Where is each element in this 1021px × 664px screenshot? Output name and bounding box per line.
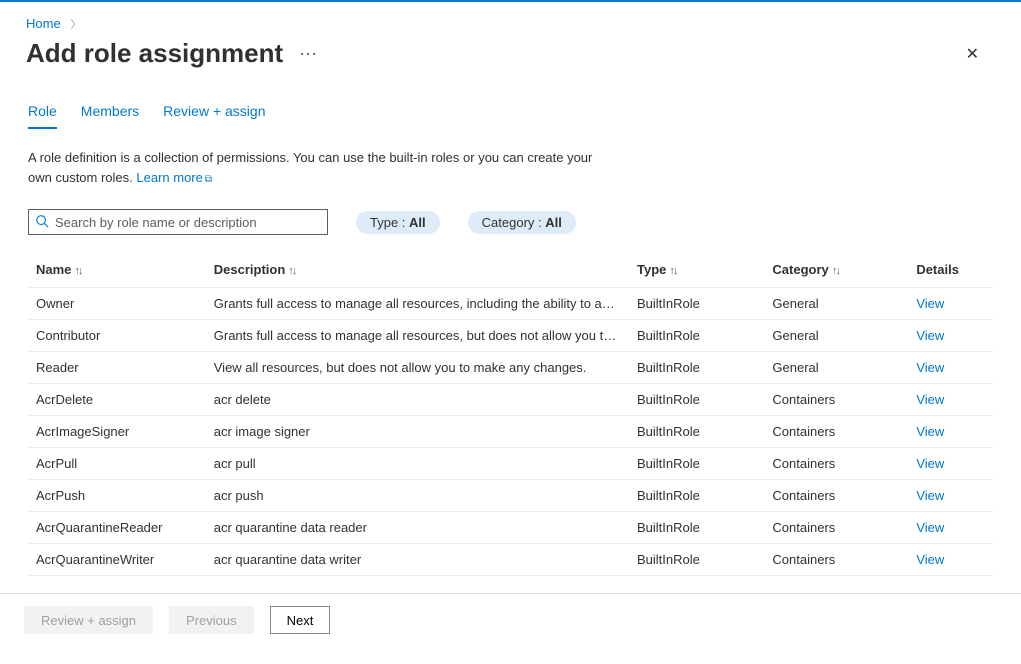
role-category-cell: Containers — [764, 512, 908, 544]
role-name-cell: AcrQuarantineReader — [28, 512, 206, 544]
column-header-category[interactable]: Category ↑↓ — [764, 252, 908, 288]
sort-icon: ↑↓ — [831, 265, 839, 277]
view-details-link[interactable]: View — [916, 552, 944, 567]
sort-icon: ↑↓ — [287, 265, 295, 277]
table-row[interactable]: AcrImageSigneracr image signerBuiltInRol… — [28, 416, 993, 448]
table-row[interactable]: ReaderView all resources, but does not a… — [28, 352, 993, 384]
view-details-link[interactable]: View — [916, 296, 944, 311]
view-details-link[interactable]: View — [916, 456, 944, 471]
role-description-cell: acr push — [206, 480, 629, 512]
column-header-type[interactable]: Type ↑↓ — [629, 252, 764, 288]
role-category-cell: Containers — [764, 384, 908, 416]
role-category-cell: Containers — [764, 544, 908, 576]
role-type-cell: BuiltInRole — [629, 416, 764, 448]
close-icon[interactable]: ✕ — [958, 40, 987, 68]
filter-type-pill[interactable]: Type : All — [356, 211, 440, 234]
tab-review-assign[interactable]: Review + assign — [163, 103, 265, 129]
page-title: Add role assignment — [26, 38, 283, 69]
learn-more-link[interactable]: Learn more⧉ — [136, 170, 212, 185]
role-category-cell: Containers — [764, 448, 908, 480]
role-category-cell: General — [764, 320, 908, 352]
sort-icon: ↑↓ — [73, 265, 81, 277]
filter-category-label: Category : — [482, 215, 546, 230]
role-type-cell: BuiltInRole — [629, 352, 764, 384]
review-assign-button: Review + assign — [24, 606, 153, 634]
table-row[interactable]: ContributorGrants full access to manage … — [28, 320, 993, 352]
role-type-cell: BuiltInRole — [629, 480, 764, 512]
view-details-link[interactable]: View — [916, 424, 944, 439]
role-type-cell: BuiltInRole — [629, 512, 764, 544]
role-description-cell: View all resources, but does not allow y… — [206, 352, 629, 384]
column-header-details: Details — [908, 252, 993, 288]
role-name-cell: Reader — [28, 352, 206, 384]
role-description-cell: acr pull — [206, 448, 629, 480]
roles-table: Name ↑↓ Description ↑↓ Type ↑↓ Category … — [28, 251, 993, 576]
table-row[interactable]: AcrPullacr pullBuiltInRoleContainers View — [28, 448, 993, 480]
breadcrumb: Home 〉 — [0, 2, 1021, 34]
next-button[interactable]: Next — [270, 606, 331, 634]
column-header-name[interactable]: Name ↑↓ — [28, 252, 206, 288]
breadcrumb-home-link[interactable]: Home — [26, 16, 61, 31]
search-input[interactable] — [49, 214, 321, 231]
view-details-link[interactable]: View — [916, 488, 944, 503]
table-row[interactable]: AcrQuarantineReaderacr quarantine data r… — [28, 512, 993, 544]
filter-category-pill[interactable]: Category : All — [468, 211, 576, 234]
view-details-link[interactable]: View — [916, 392, 944, 407]
wizard-footer: Review + assign Previous Next — [0, 593, 1021, 646]
search-input-container[interactable] — [28, 209, 328, 235]
horizontal-scrollbar[interactable] — [0, 646, 1021, 662]
table-row[interactable]: AcrDeleteacr deleteBuiltInRoleContainers… — [28, 384, 993, 416]
view-details-link[interactable]: View — [916, 328, 944, 343]
role-category-cell: General — [764, 352, 908, 384]
role-description-cell: Grants full access to manage all resourc… — [206, 288, 629, 320]
filter-type-label: Type : — [370, 215, 409, 230]
role-category-cell: Containers — [764, 480, 908, 512]
search-icon — [35, 214, 49, 231]
chevron-right-icon: 〉 — [70, 19, 81, 31]
role-description-cell: acr delete — [206, 384, 629, 416]
role-type-cell: BuiltInRole — [629, 288, 764, 320]
tab-members[interactable]: Members — [81, 103, 139, 129]
view-details-link[interactable]: View — [916, 360, 944, 375]
description-body: A role definition is a collection of per… — [28, 150, 592, 185]
filter-category-value: All — [545, 215, 562, 230]
role-type-cell: BuiltInRole — [629, 448, 764, 480]
role-description-cell: acr quarantine data reader — [206, 512, 629, 544]
role-type-cell: BuiltInRole — [629, 544, 764, 576]
tab-bar: Role Members Review + assign — [0, 75, 1021, 130]
table-row[interactable]: AcrPushacr pushBuiltInRoleContainers View — [28, 480, 993, 512]
role-name-cell: AcrQuarantineWriter — [28, 544, 206, 576]
previous-button: Previous — [169, 606, 254, 634]
sort-icon: ↑↓ — [668, 265, 676, 277]
more-actions-button[interactable]: ⋯ — [299, 45, 318, 63]
role-category-cell: General — [764, 288, 908, 320]
role-description-cell: Grants full access to manage all resourc… — [206, 320, 629, 352]
role-name-cell: AcrImageSigner — [28, 416, 206, 448]
role-description-cell: acr image signer — [206, 416, 629, 448]
role-name-cell: AcrPull — [28, 448, 206, 480]
role-name-cell: Contributor — [28, 320, 206, 352]
table-row[interactable]: AcrQuarantineWriteracr quarantine data w… — [28, 544, 993, 576]
role-type-cell: BuiltInRole — [629, 384, 764, 416]
table-row[interactable]: OwnerGrants full access to manage all re… — [28, 288, 993, 320]
tab-role[interactable]: Role — [28, 103, 57, 129]
role-description-cell: acr quarantine data writer — [206, 544, 629, 576]
view-details-link[interactable]: View — [916, 520, 944, 535]
role-type-cell: BuiltInRole — [629, 320, 764, 352]
role-name-cell: AcrDelete — [28, 384, 206, 416]
description-text: A role definition is a collection of per… — [0, 130, 640, 187]
filter-type-value: All — [409, 215, 426, 230]
role-name-cell: AcrPush — [28, 480, 206, 512]
external-link-icon: ⧉ — [205, 174, 212, 185]
column-header-description[interactable]: Description ↑↓ — [206, 252, 629, 288]
main-scroll-region[interactable]: Home 〉 Add role assignment ⋯ ✕ Role Memb… — [0, 2, 1021, 593]
role-name-cell: Owner — [28, 288, 206, 320]
role-category-cell: Containers — [764, 416, 908, 448]
